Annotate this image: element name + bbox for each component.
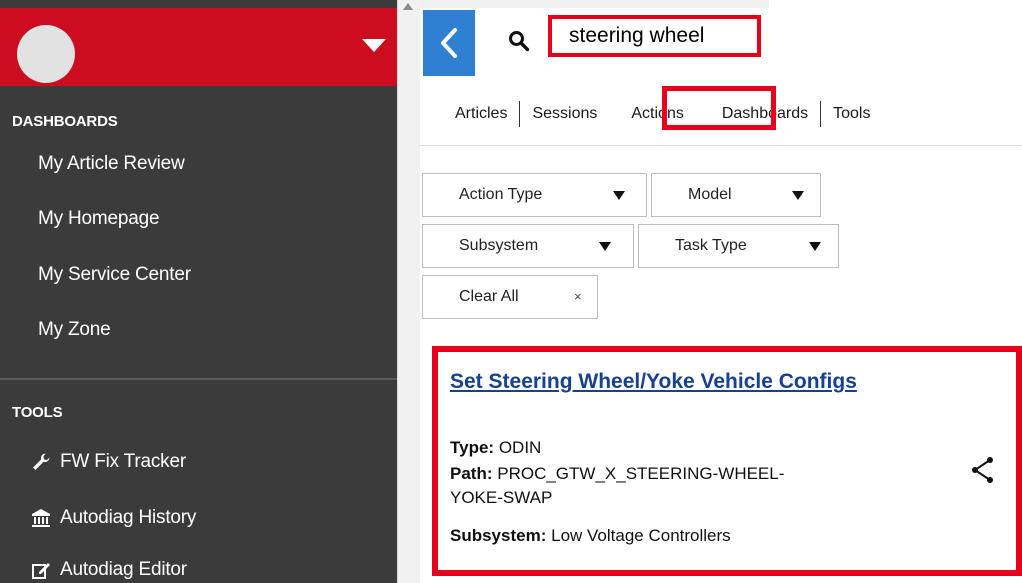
sidebar-item-my-zone[interactable]: My Zone	[38, 319, 111, 341]
action-type-dropdown[interactable]: Action Type	[422, 173, 647, 217]
tab-separator	[820, 101, 822, 127]
divider	[419, 145, 1022, 146]
caret-down-icon	[599, 242, 611, 251]
subsystem-dropdown[interactable]: Subsystem	[422, 224, 634, 268]
sidebar-item-label: Autodiag History	[60, 507, 197, 528]
share-icon[interactable]	[971, 456, 995, 489]
clear-all-label: Clear All	[459, 288, 519, 305]
sidebar-item-fw-fix-tracker[interactable]: FW Fix Tracker	[30, 451, 186, 473]
sidebar-divider	[0, 378, 397, 380]
sidebar-section-tools: TOOLS	[12, 404, 63, 421]
sidebar-item-my-service-center[interactable]: My Service Center	[38, 264, 191, 286]
wrench-icon	[30, 452, 52, 472]
search-input[interactable]: steering wheel	[548, 15, 761, 57]
result-card: Set Steering Wheel/Yoke Vehicle Configs …	[432, 346, 1022, 576]
chevron-left-icon	[441, 28, 457, 58]
task-type-dropdown[interactable]: Task Type	[638, 224, 839, 268]
result-type-label: Type:	[450, 438, 495, 457]
result-path-label: Path:	[450, 464, 493, 483]
result-path-continued: YOKE-SWAP	[450, 488, 553, 507]
sidebar-header	[0, 8, 397, 86]
search-icon[interactable]	[508, 30, 530, 57]
top-strip	[419, 0, 769, 8]
tab-sessions[interactable]: Sessions	[532, 105, 597, 123]
sidebar-item-autodiag-editor[interactable]: Autodiag Editor	[30, 559, 187, 581]
result-path-value: PROC_GTW_X_STEERING-WHEEL-	[497, 464, 785, 483]
caret-down-icon	[792, 191, 804, 200]
chevron-down-icon[interactable]	[362, 39, 386, 52]
edit-icon	[30, 560, 52, 580]
result-title-link[interactable]: Set Steering Wheel/Yoke Vehicle Configs	[450, 368, 910, 395]
sidebar-item-my-article-review[interactable]: My Article Review	[38, 153, 185, 175]
bank-icon	[30, 508, 52, 528]
close-icon: ×	[574, 289, 582, 304]
action-type-label: Action Type	[459, 186, 543, 203]
scroll-up-arrow-icon[interactable]	[403, 3, 413, 10]
result-subsystem-value: Low Voltage Controllers	[551, 526, 731, 545]
result-type-value: ODIN	[498, 438, 542, 457]
sidebar-item-autodiag-history[interactable]: Autodiag History	[30, 507, 196, 529]
task-type-label: Task Type	[675, 237, 747, 254]
avatar[interactable]	[17, 25, 75, 83]
subsystem-label: Subsystem	[459, 237, 539, 254]
sidebar-item-label: Autodiag Editor	[60, 559, 187, 580]
sidebar: DASHBOARDS My Article Review My Homepage…	[0, 0, 397, 583]
sidebar-section-dashboards: DASHBOARDS	[12, 113, 118, 130]
caret-down-icon	[613, 191, 625, 200]
result-type: Type: ODIN	[450, 436, 541, 460]
caret-down-icon	[809, 242, 821, 251]
back-button[interactable]	[423, 10, 475, 76]
tab-tools[interactable]: Tools	[833, 105, 870, 123]
sidebar-item-label: FW Fix Tracker	[60, 451, 186, 472]
sidebar-item-my-homepage[interactable]: My Homepage	[38, 208, 160, 230]
result-path: Path: PROC_GTW_X_STEERING-WHEEL-	[450, 462, 784, 486]
result-subsystem: Subsystem: Low Voltage Controllers	[450, 524, 731, 548]
sidebar-scrollbar[interactable]	[397, 0, 420, 583]
tab-articles[interactable]: Articles	[455, 105, 507, 123]
model-dropdown[interactable]: Model	[651, 173, 821, 217]
tab-separator	[519, 101, 521, 127]
clear-all-button[interactable]: Clear All ×	[422, 275, 598, 319]
model-label: Model	[688, 186, 732, 203]
result-subsystem-label: Subsystem:	[450, 526, 547, 545]
actions-tab-highlight	[662, 86, 776, 130]
